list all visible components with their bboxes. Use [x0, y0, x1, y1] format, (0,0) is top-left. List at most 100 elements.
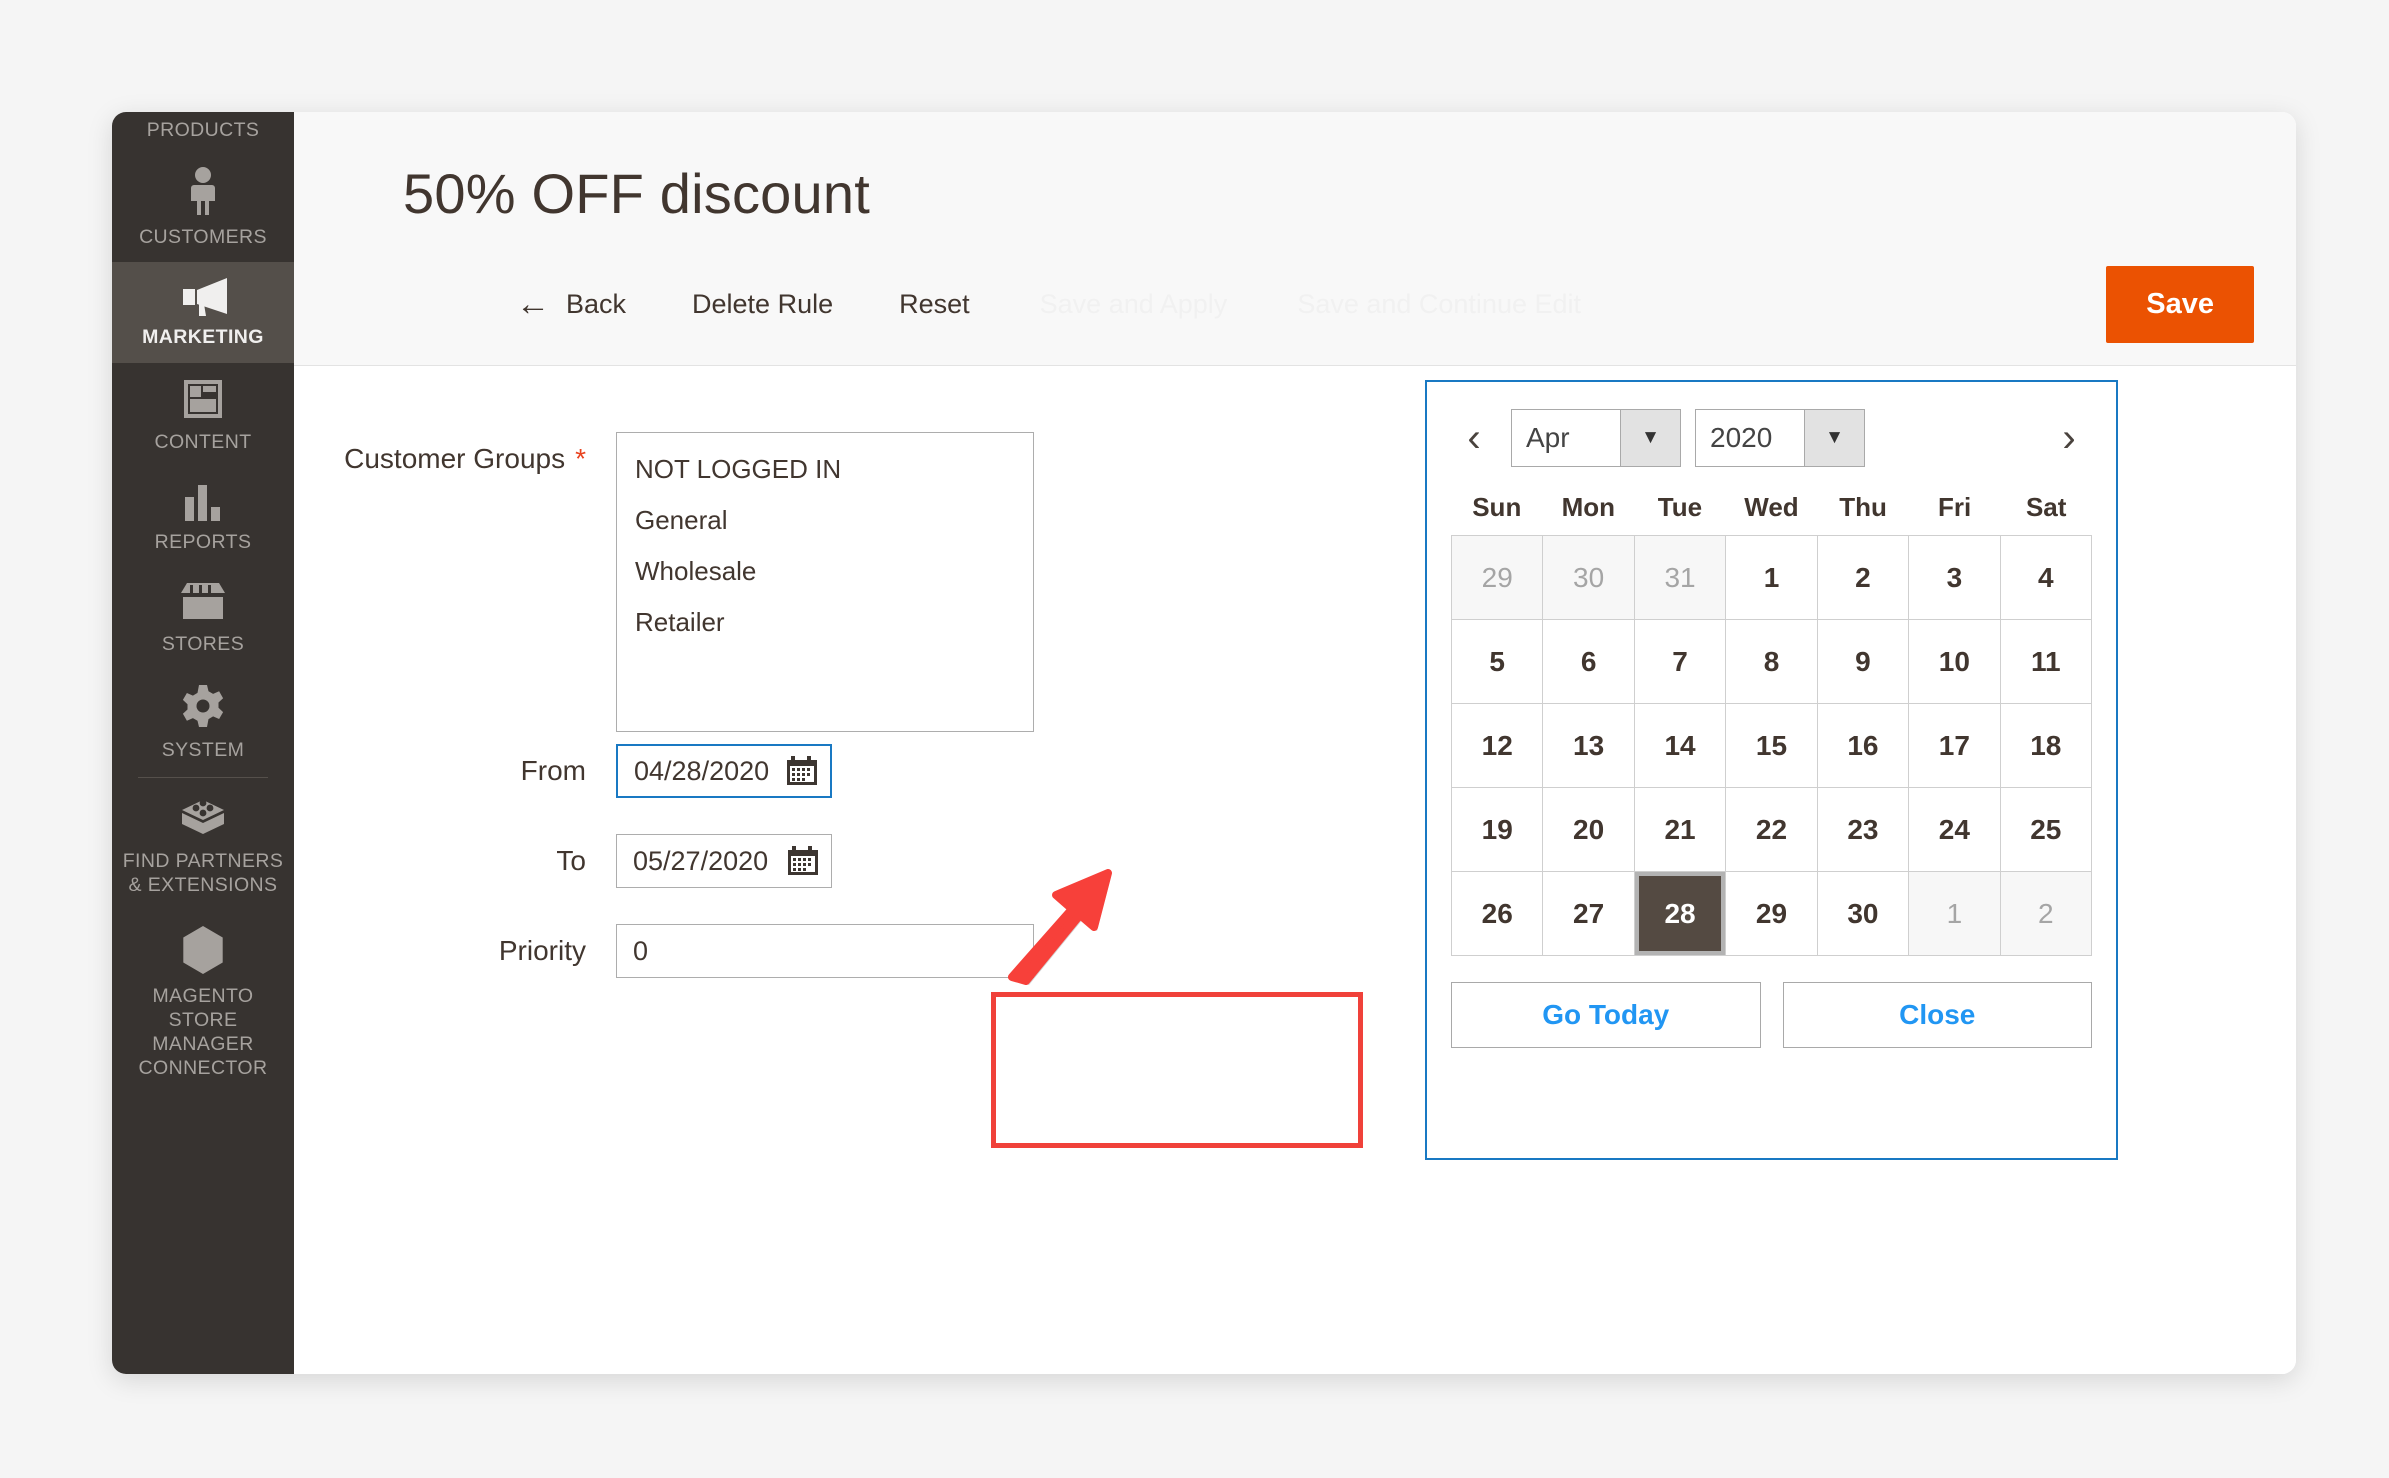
weekday-header-row: Sun Mon Tue Wed Thu Fri Sat	[1451, 492, 2092, 523]
save-and-continue-edit-button[interactable]: Save and Continue Edit	[1297, 289, 1581, 320]
sidebar-item-products[interactable]: PRODUCTS	[112, 118, 294, 152]
calendar-day[interactable]: 23	[1817, 788, 1910, 872]
puzzle-block-icon	[178, 796, 228, 840]
main-content: 50% OFF discount ← Back Delete Rule Rese…	[294, 112, 2296, 1374]
month-select[interactable]: Apr ▼	[1511, 409, 1681, 467]
calendar-day[interactable]: 10	[1909, 620, 2001, 704]
customer-groups-multiselect[interactable]: NOT LOGGED IN General Wholesale Retailer	[616, 432, 1034, 732]
calendar-icon[interactable]	[787, 846, 819, 876]
calendar-day[interactable]: 19	[1452, 788, 1544, 872]
sidebar-item-reports[interactable]: REPORTS	[112, 467, 294, 567]
sidebar-item-customers[interactable]: CUSTOMERS	[112, 152, 294, 262]
year-select[interactable]: 2020 ▼	[1695, 409, 1865, 467]
sidebar-item-stores[interactable]: STORES	[112, 567, 294, 669]
hexagon-icon	[180, 925, 226, 975]
sidebar-item-marketing[interactable]: MARKETING	[112, 262, 294, 363]
calendar-day[interactable]: 30	[1543, 536, 1635, 620]
page-actions-toolbar: ← Back Delete Rule Reset Save and Apply …	[294, 264, 2296, 344]
calendar-icon[interactable]	[786, 756, 818, 786]
sidebar-item-label: CUSTOMERS	[139, 226, 267, 249]
weekday-label: Mon	[1561, 492, 1616, 522]
sidebar-item-system[interactable]: SYSTEM	[112, 669, 294, 775]
calendar-day[interactable]: 27	[1543, 872, 1635, 956]
calendar-day[interactable]: 17	[1909, 704, 2001, 788]
sidebar-item-content[interactable]: CONTENT	[112, 363, 294, 467]
delete-rule-button[interactable]: Delete Rule	[692, 289, 833, 320]
customer-group-option[interactable]: NOT LOGGED IN	[617, 444, 1033, 495]
calendar-day[interactable]: 14	[1634, 704, 1727, 788]
calendar-day[interactable]: 15	[1726, 704, 1818, 788]
calendar-day[interactable]: 2	[2000, 872, 2092, 956]
calendar-day[interactable]: 1	[1909, 872, 2001, 956]
bar-chart-icon	[180, 481, 226, 521]
priority-value: 0	[633, 935, 649, 966]
calendar-day[interactable]: 30	[1817, 872, 1910, 956]
calendar-day[interactable]: 12	[1452, 704, 1544, 788]
sidebar-item-label: SYSTEM	[161, 739, 245, 762]
calendar-day-selected[interactable]: 28	[1634, 872, 1727, 956]
calendar-day[interactable]: 9	[1817, 620, 1910, 704]
sidebar-item-label: STORES	[161, 632, 245, 655]
calendar-day[interactable]: 7	[1634, 620, 1727, 704]
to-date-input[interactable]: 05/27/2020	[616, 834, 832, 888]
to-label: To	[556, 845, 586, 876]
save-and-apply-button[interactable]: Save and Apply	[1040, 289, 1228, 320]
customer-groups-label: Customer Groups *	[344, 443, 586, 474]
close-button[interactable]: Close	[1782, 982, 2092, 1048]
calendar-day[interactable]: 22	[1726, 788, 1818, 872]
sidebar-item-label: MARKETING	[142, 326, 264, 349]
weekday-label: Sat	[2025, 492, 2067, 522]
go-today-button[interactable]: Go Today	[1451, 982, 1761, 1048]
from-label: From	[520, 755, 586, 786]
save-button[interactable]: Save	[2106, 265, 2254, 343]
calendar-day[interactable]: 3	[1909, 536, 2001, 620]
sidebar-item-find-partners[interactable]: FIND PARTNERS & EXTENSIONS	[112, 782, 294, 910]
calendar-day[interactable]: 4	[2000, 536, 2092, 620]
calendar-day[interactable]: 26	[1452, 872, 1544, 956]
calendar-day[interactable]: 25	[2000, 788, 2092, 872]
main-sidebar: PRODUCTS CUSTOMERS MARKETING CONTENT REPORTS…	[112, 112, 294, 1374]
calendar-day[interactable]: 6	[1543, 620, 1635, 704]
calendar-day[interactable]: 29	[1726, 872, 1818, 956]
calendar-day[interactable]: 11	[2000, 620, 2092, 704]
customer-group-option[interactable]: Wholesale	[617, 546, 1033, 597]
field-to-date: To 05/27/2020	[294, 834, 832, 888]
calendar-day[interactable]: 13	[1543, 704, 1635, 788]
calendar-day[interactable]: 20	[1543, 788, 1635, 872]
storefront-icon	[177, 581, 229, 623]
date-range-highlight-box	[991, 992, 1363, 1148]
calendar-day[interactable]: 16	[1817, 704, 1910, 788]
page-title: 50% OFF discount	[403, 162, 870, 225]
calendar-day[interactable]: 1	[1726, 536, 1818, 620]
calendar-day[interactable]: 31	[1634, 536, 1727, 620]
to-date-value: 05/27/2020	[633, 845, 769, 876]
customer-group-option[interactable]: Retailer	[617, 597, 1033, 648]
calendar-day[interactable]: 29	[1452, 536, 1544, 620]
sidebar-item-label: MAGENTO STORE MANAGER CONNECTOR	[138, 984, 268, 1080]
calendar-day[interactable]: 21	[1634, 788, 1727, 872]
rule-form: Customer Groups * NOT LOGGED IN General Who…	[294, 366, 2296, 1374]
from-date-input[interactable]: 04/28/2020	[616, 744, 832, 798]
priority-input[interactable]: 0	[616, 924, 1034, 978]
next-month-button[interactable]: ›	[2046, 418, 2092, 458]
customer-group-option[interactable]: General	[617, 495, 1033, 546]
prev-month-button[interactable]: ‹	[1451, 418, 1497, 458]
from-date-value: 04/28/2020	[634, 755, 770, 786]
sidebar-item-magento[interactable]: MAGENTO STORE MANAGER CONNECTOR	[112, 911, 294, 1094]
calendar-day[interactable]: 8	[1726, 620, 1818, 704]
calendar-day[interactable]: 2	[1817, 536, 1910, 620]
field-customer-groups: Customer Groups * NOT LOGGED IN General Who…	[294, 432, 1034, 732]
calendar-day[interactable]: 5	[1452, 620, 1544, 704]
calendar-day[interactable]: 18	[2000, 704, 2092, 788]
sidebar-item-label: CONTENT	[154, 430, 252, 453]
back-button[interactable]: ← Back	[516, 287, 626, 321]
calendar-days-grid[interactable]: 29 30 31 1 2 3 4 5 6 7 8 9 10 11 12 13 14 15 16 17 18 19 20 21 2…	[1451, 535, 2092, 956]
chevron-down-icon: ▼	[1804, 410, 1864, 466]
chevron-down-icon: ▼	[1620, 410, 1680, 466]
year-select-value: 2020	[1710, 422, 1773, 453]
calendar-day[interactable]: 24	[1909, 788, 2001, 872]
weekday-label: Sun	[1472, 492, 1522, 522]
reset-button[interactable]: Reset	[899, 289, 970, 320]
datepicker-popup[interactable]: ‹ Apr ▼ 2020 ▼ › Sun Mon Tue Wed Thu Fri Sat 2…	[1425, 380, 2118, 1160]
sidebar-item-label: PRODUCTS	[146, 119, 260, 141]
